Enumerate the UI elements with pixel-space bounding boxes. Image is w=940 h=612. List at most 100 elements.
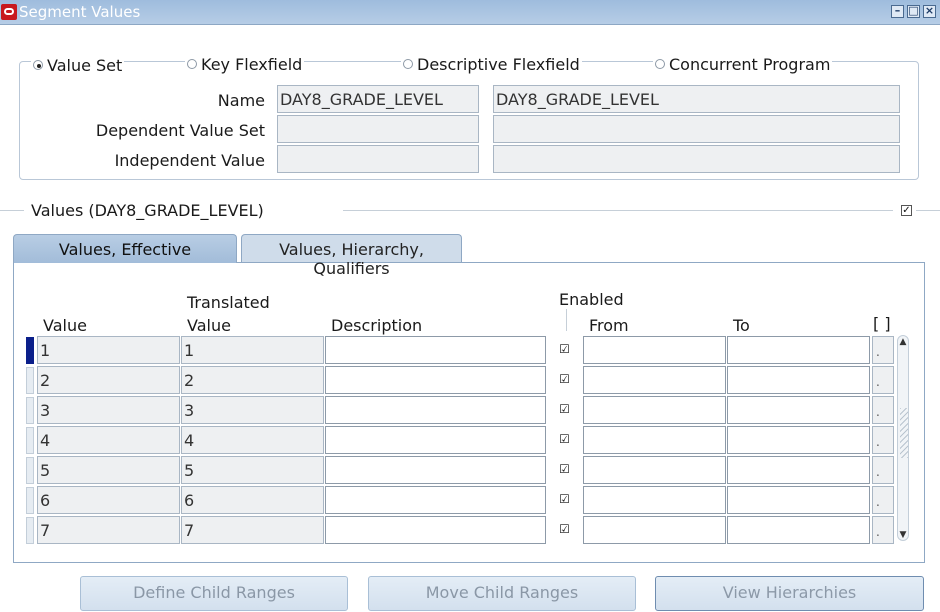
to-date-cell[interactable] <box>727 336 870 364</box>
radio-label: Key Flexfield <box>201 54 303 74</box>
to-date-cell[interactable] <box>727 456 870 484</box>
translated-value-cell[interactable]: 4 <box>181 426 324 454</box>
translated-value-cell[interactable]: 5 <box>181 456 324 484</box>
row-selector[interactable] <box>26 337 34 364</box>
scroll-up-icon[interactable]: ▲ <box>897 337 909 347</box>
row-selector[interactable] <box>26 517 34 544</box>
dff-cell[interactable]: . <box>872 426 894 454</box>
row-selector[interactable] <box>26 367 34 394</box>
move-child-ranges-button[interactable]: Move Child Ranges <box>368 576 636 611</box>
dependent-value-set-field[interactable] <box>277 115 479 143</box>
description-cell[interactable] <box>325 516 546 544</box>
radio-button[interactable] <box>187 59 197 69</box>
value-cell[interactable]: 2 <box>37 366 180 394</box>
scroll-grip[interactable] <box>900 408 908 458</box>
define-child-ranges-button[interactable]: Define Child Ranges <box>80 576 348 611</box>
value-cell[interactable]: 6 <box>37 486 180 514</box>
section-divider <box>343 210 893 211</box>
from-date-cell[interactable] <box>583 516 726 544</box>
dependent-value-set-label: Dependent Value Set <box>95 121 265 140</box>
translated-value-cell[interactable]: 6 <box>181 486 324 514</box>
enabled-checkbox[interactable]: ☑ <box>559 463 570 476</box>
to-date-cell[interactable] <box>727 426 870 454</box>
dff-cell[interactable]: . <box>872 396 894 424</box>
dff-cell[interactable]: . <box>872 336 894 364</box>
to-date-cell[interactable] <box>727 366 870 394</box>
description-cell[interactable] <box>325 396 546 424</box>
dff-cell[interactable]: . <box>872 486 894 514</box>
column-header-translated-value: Value <box>187 316 231 335</box>
to-date-cell[interactable] <box>727 486 870 514</box>
tab-values-hierarchy-qualifiers[interactable]: Values, Hierarchy, Qualifiers <box>241 234 462 278</box>
radio-button[interactable] <box>655 59 665 69</box>
value-cell[interactable]: 4 <box>37 426 180 454</box>
to-date-cell[interactable] <box>727 396 870 424</box>
from-date-cell[interactable] <box>583 396 726 424</box>
name-field[interactable]: DAY8_GRADE_LEVEL <box>277 85 479 113</box>
translated-value-cell[interactable]: 7 <box>181 516 324 544</box>
translated-value-cell[interactable]: 3 <box>181 396 324 424</box>
from-date-cell[interactable] <box>583 486 726 514</box>
radio-label: Concurrent Program <box>669 54 831 74</box>
translated-value-cell[interactable]: 1 <box>181 336 324 364</box>
row-selector[interactable] <box>26 457 34 484</box>
maximize-icon[interactable]: □ <box>907 5 920 18</box>
row-selector[interactable] <box>26 427 34 454</box>
enabled-checkbox[interactable]: ☑ <box>559 403 570 416</box>
tab-values-effective[interactable]: Values, Effective <box>13 234 237 263</box>
minimize-icon[interactable]: – <box>891 5 904 18</box>
from-date-cell[interactable] <box>583 336 726 364</box>
radio-button[interactable] <box>403 59 413 69</box>
column-header-dff: [ ] <box>873 314 891 333</box>
to-date-cell[interactable] <box>727 516 870 544</box>
description-cell[interactable] <box>325 486 546 514</box>
column-header-value: Value <box>43 316 87 335</box>
close-icon[interactable]: × <box>923 5 936 18</box>
column-header-to: To <box>733 316 750 335</box>
independent-value-description-field[interactable] <box>493 145 900 173</box>
enabled-checkbox[interactable]: ☑ <box>559 433 570 446</box>
name-label: Name <box>217 91 265 110</box>
value-cell[interactable]: 7 <box>37 516 180 544</box>
description-cell[interactable] <box>325 366 546 394</box>
enabled-divider <box>566 309 567 331</box>
values-section-checkbox[interactable]: ✓ <box>901 205 912 216</box>
enabled-checkbox[interactable]: ☑ <box>559 373 570 386</box>
view-hierarchies-button[interactable]: View Hierarchies <box>655 576 924 611</box>
description-cell[interactable] <box>325 336 546 364</box>
radio-key-flexfield[interactable]: Key Flexfield <box>185 54 305 74</box>
scroll-down-icon[interactable]: ▼ <box>897 530 909 540</box>
value-cell[interactable]: 1 <box>37 336 180 364</box>
radio-button[interactable] <box>33 60 43 70</box>
enabled-checkbox[interactable]: ☑ <box>559 343 570 356</box>
enabled-checkbox[interactable]: ☑ <box>559 523 570 536</box>
radio-value-set[interactable]: Value Set <box>31 55 125 75</box>
translated-value-cell[interactable]: 2 <box>181 366 324 394</box>
dff-cell[interactable]: . <box>872 366 894 394</box>
section-divider <box>0 210 24 211</box>
independent-value-field[interactable] <box>277 145 479 173</box>
value-cell[interactable]: 5 <box>37 456 180 484</box>
radio-concurrent-program[interactable]: Concurrent Program <box>653 54 833 74</box>
section-divider <box>916 210 940 211</box>
dff-cell[interactable]: . <box>872 456 894 484</box>
column-header-enabled: Enabled <box>559 290 624 309</box>
radio-label: Value Set <box>47 55 123 75</box>
row-selector[interactable] <box>26 487 34 514</box>
value-cell[interactable]: 3 <box>37 396 180 424</box>
radio-descriptive-flexfield[interactable]: Descriptive Flexfield <box>401 54 582 74</box>
title-bar: Segment Values – □ × <box>0 0 940 25</box>
row-selector[interactable] <box>26 397 34 424</box>
description-cell[interactable] <box>325 456 546 484</box>
oracle-logo-icon <box>1 4 17 20</box>
description-cell[interactable] <box>325 426 546 454</box>
values-section-title: Values (DAY8_GRADE_LEVEL) <box>31 201 264 220</box>
from-date-cell[interactable] <box>583 456 726 484</box>
dff-cell[interactable]: . <box>872 516 894 544</box>
independent-value-label: Independent Value <box>114 151 265 170</box>
from-date-cell[interactable] <box>583 366 726 394</box>
enabled-checkbox[interactable]: ☑ <box>559 493 570 506</box>
dependent-value-set-description-field[interactable] <box>493 115 900 143</box>
from-date-cell[interactable] <box>583 426 726 454</box>
name-description-field[interactable]: DAY8_GRADE_LEVEL <box>493 85 900 113</box>
